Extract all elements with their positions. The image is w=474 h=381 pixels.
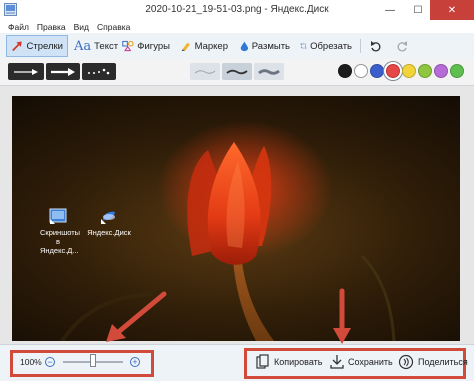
blur-tool-label: Размыть	[251, 40, 290, 52]
copy-icon	[256, 354, 269, 369]
menu-edit[interactable]: Правка	[37, 22, 66, 32]
text-tool-label: Текст	[94, 40, 119, 52]
arrows-tool-label: Стрелки	[26, 40, 63, 52]
tulip-illustration	[60, 142, 396, 341]
thin-wave-icon	[194, 69, 216, 74]
annotation-arrow-left	[106, 291, 167, 342]
arrow-style-dotted-button[interactable]	[82, 63, 116, 80]
menu-file[interactable]: Файл	[8, 22, 29, 32]
desktop-shortcut-screenshots-line2: в Яндекс.Д...	[40, 237, 79, 255]
crop-tool-label: Обрезать	[310, 40, 352, 52]
main-toolbar: Стрелки Aa Текст Фигуры Маркер Размыть О…	[0, 33, 474, 60]
color-swatch-6[interactable]	[418, 64, 432, 78]
dotted-arrow-icon	[88, 68, 110, 74]
text-icon: Aa	[74, 38, 92, 54]
save-button[interactable]: Сохранить	[330, 351, 393, 373]
crop-icon	[300, 43, 307, 49]
desktop-shortcut-screenshots[interactable]: Скриншоты в Яндекс.Д...	[40, 208, 81, 255]
shapes-tool-label: Фигуры	[137, 40, 170, 52]
toolbar-divider	[360, 39, 361, 53]
title-bar: 2020-10-21_19-51-03.png - Яндекс.Диск — …	[0, 0, 474, 20]
arrow-style-thin-button[interactable]	[8, 63, 44, 80]
copy-label: Копировать	[274, 357, 323, 367]
shapes-tool-button[interactable]: Фигуры	[118, 35, 174, 57]
line-width-thick-button[interactable]	[254, 63, 284, 80]
zoom-value: 100%	[20, 357, 42, 367]
color-swatch-5[interactable]	[402, 64, 416, 78]
line-width-thin-button[interactable]	[190, 63, 220, 80]
color-swatch-1[interactable]	[338, 64, 352, 78]
copy-button[interactable]: Копировать	[256, 351, 322, 373]
plus-icon: +	[132, 357, 138, 367]
bottom-bar: 100% − + Копировать Сохранить Поделиться	[0, 344, 474, 381]
thin-arrow-icon	[14, 68, 38, 75]
color-swatch-8[interactable]	[450, 64, 464, 78]
annotation-arrow-right	[333, 288, 351, 344]
crop-tool-button[interactable]: Обрезать	[296, 35, 356, 57]
marker-tool-label: Маркер	[194, 40, 228, 52]
marker-icon	[181, 42, 190, 51]
zoom-out-button[interactable]: −	[45, 357, 55, 367]
menu-help[interactable]: Справка	[97, 22, 130, 32]
redo-button[interactable]	[392, 35, 412, 57]
maximize-button[interactable]: ☐	[404, 0, 432, 20]
arrows-tool-button[interactable]: Стрелки	[6, 35, 68, 57]
close-button[interactable]: ✕	[430, 0, 474, 20]
minus-icon: −	[47, 357, 53, 367]
color-swatch-3[interactable]	[370, 64, 384, 78]
marker-tool-button[interactable]: Маркер	[176, 35, 232, 57]
color-swatch-2[interactable]	[354, 64, 368, 78]
color-swatch-4[interactable]	[386, 64, 400, 78]
download-icon	[330, 355, 344, 369]
share-button[interactable]: Поделиться	[398, 351, 468, 373]
blur-tool-button[interactable]: Размыть	[236, 35, 294, 57]
arrow-style-bold-button[interactable]	[46, 63, 80, 80]
zoom-slider-thumb[interactable]	[90, 354, 96, 367]
maximize-icon: ☐	[413, 4, 423, 16]
medium-wave-icon	[226, 69, 248, 74]
color-swatch-7[interactable]	[434, 64, 448, 78]
minimize-icon: —	[385, 4, 395, 16]
undo-button[interactable]	[366, 35, 386, 57]
shapes-icon	[122, 40, 134, 52]
share-label: Поделиться	[418, 357, 468, 367]
share-icon	[398, 354, 414, 370]
minimize-button[interactable]: —	[376, 0, 404, 20]
desktop-shortcut-yandex-disk[interactable]: Яндекс.Диск	[84, 208, 134, 237]
desktop-shortcut-yandex-disk-label: Яндекс.Диск	[87, 228, 131, 237]
close-icon: ✕	[447, 4, 457, 16]
screenshot-image: Скриншоты в Яндекс.Д... Яндекс.Диск	[12, 96, 460, 341]
menu-bar: Файл Правка Вид Справка	[0, 20, 474, 33]
drop-icon	[240, 41, 249, 52]
yandex-disk-icon	[101, 211, 115, 224]
thick-wave-icon	[258, 68, 280, 75]
zoom-in-button[interactable]: +	[130, 357, 140, 367]
desktop-shortcut-screenshots-line1: Скриншоты	[40, 228, 81, 237]
undo-icon	[371, 41, 381, 52]
redo-icon	[397, 41, 407, 52]
tool-options-strip	[0, 59, 474, 86]
save-label: Сохранить	[348, 357, 393, 367]
screenshots-folder-icon	[49, 208, 67, 224]
line-width-medium-button[interactable]	[222, 63, 252, 80]
app-window: 2020-10-21_19-51-03.png - Яндекс.Диск — …	[0, 0, 474, 381]
bold-arrow-icon	[51, 67, 75, 76]
arrow-icon	[12, 41, 22, 52]
text-tool-button[interactable]: Aa Текст	[70, 35, 118, 57]
menu-view[interactable]: Вид	[74, 22, 89, 32]
